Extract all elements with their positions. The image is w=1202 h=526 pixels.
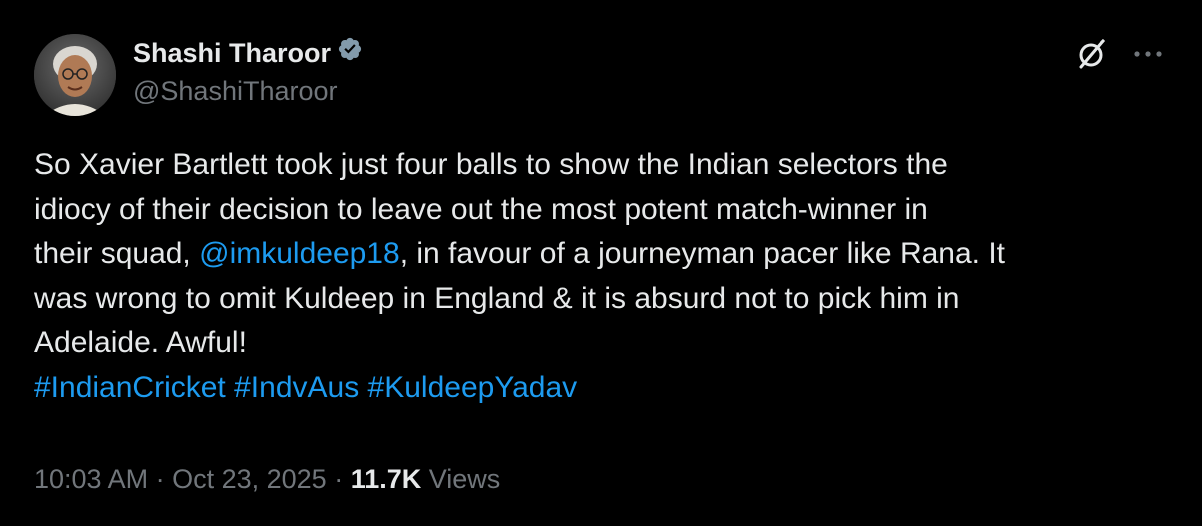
display-name-text: Shashi Tharoor [133, 38, 332, 68]
tweet-line: Adelaide. Awful! [34, 326, 247, 359]
tweet-date[interactable]: Oct 23, 2025 [172, 464, 327, 494]
tweet-line: their squad, @imkuldeep18, in favour of … [34, 232, 1174, 277]
views-label: Views [428, 464, 501, 494]
tweet-card: Shashi Tharoor @ShashiTharoor So Xavier … [0, 0, 1202, 526]
tweet-line: was wrong to omit Kuldeep in England & i… [34, 281, 960, 315]
tweet-time[interactable]: 10:03 AM [34, 464, 148, 494]
tweet-line: idiocy of their decision to leave out th… [34, 192, 928, 226]
views-count: 11.7K [350, 464, 422, 494]
hashtag-link[interactable]: #KuldeepYadav [368, 371, 578, 404]
author-handle[interactable]: @ShashiTharoor [133, 74, 338, 108]
tweet-meta: 10:03 AM · Oct 23, 2025 · 11.7K Views [34, 462, 500, 496]
hashtag-line: #IndianCricket #IndvAus #KuldeepYadav [34, 366, 1174, 411]
grok-icon[interactable] [1074, 36, 1110, 72]
hashtag-link[interactable]: #IndianCricket [34, 371, 226, 404]
tweet-text: So Xavier Bartlett took just four balls … [34, 143, 1174, 410]
display-name[interactable]: Shashi Tharoor [133, 36, 363, 72]
hashtag-link[interactable]: #IndvAus [234, 371, 359, 404]
tweet-text-segment: , in favour of a journeyman pacer like R… [399, 237, 1006, 270]
tweet-text-segment: their squad, [34, 237, 200, 270]
more-icon[interactable] [1130, 44, 1166, 64]
meta-separator: · [148, 464, 173, 494]
meta-separator: · [326, 464, 351, 494]
tweet-line: So Xavier Bartlett took just four balls … [34, 148, 948, 181]
verified-badge-icon[interactable] [337, 36, 363, 70]
mention-link[interactable]: @imkuldeep18 [199, 237, 400, 270]
avatar[interactable] [34, 34, 116, 116]
